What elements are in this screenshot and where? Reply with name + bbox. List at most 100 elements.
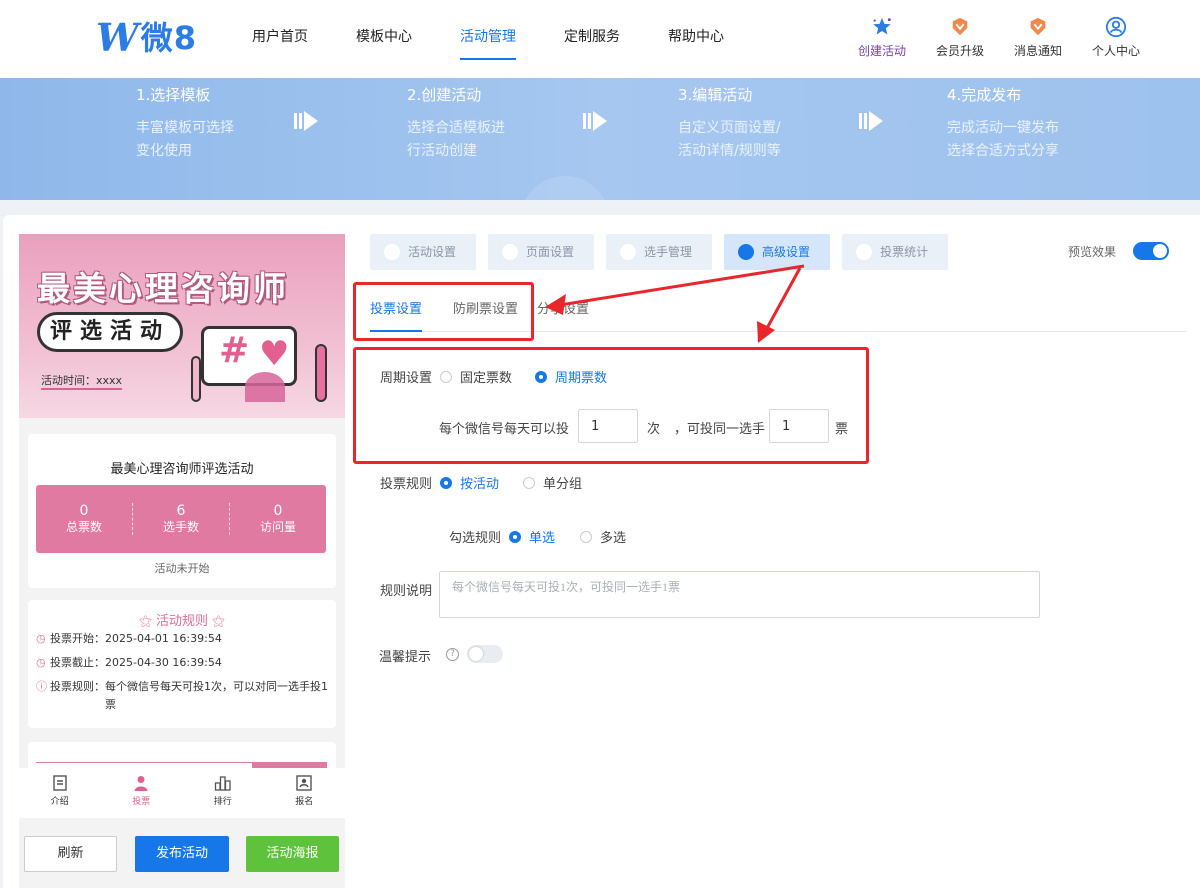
step-title: 1.选择模板 (136, 86, 211, 104)
arrow-right-icon (859, 111, 883, 131)
publish-activity-button[interactable]: 发布活动 (135, 836, 229, 872)
tab-vote-statistics[interactable]: 投票统计 (842, 234, 949, 270)
stat-visits: 0 访问量 (259, 503, 296, 534)
step-title: 3.编辑活动 (678, 86, 753, 104)
preview-toggle[interactable] (1133, 242, 1169, 260)
bell-icon (1030, 17, 1046, 36)
step-title: 2.创建活动 (407, 86, 482, 104)
star-icon (873, 17, 891, 35)
step-description: 完成活动一键发布 选择合适方式分享 (947, 120, 1059, 159)
stat-players: 6 选手数 (133, 503, 230, 535)
poster-title: 最美心理咨询师 (37, 269, 289, 308)
radio-cycle-votes[interactable]: 周期票数 (535, 367, 607, 386)
clock-icon: ◷ (36, 656, 46, 669)
subtab-share-settings[interactable]: 分享设置 (537, 298, 589, 332)
stats-bar: 0 总票数 6 选手数 0 访问量 (36, 485, 326, 553)
plant-illustration (245, 372, 285, 402)
rules-title: ⚝ 活动规则 ⚝ (139, 614, 225, 629)
mobile-preview: 最美心理咨询师 评选活动 活动时间：xxxx # ♥ 最美心理咨询师评选活动 0… (19, 234, 345, 888)
step-4: 4.完成发布 完成活动一键发布 选择合适方式分享 (947, 84, 1059, 163)
arrow-right-icon (294, 111, 318, 131)
create-activity-label: 创建活动 (857, 44, 906, 58)
step-1: 1.选择模板 丰富模板可选择 变化使用 (136, 84, 234, 163)
tips-label: 温馨提示 (379, 650, 432, 665)
notifications-button[interactable]: 消息通知 (1010, 16, 1066, 59)
preview-tab-signup[interactable]: 报名 (264, 768, 346, 818)
arrow-right-icon (583, 111, 607, 131)
radio-single-group[interactable]: 单分组 (523, 473, 582, 492)
subtab-anti-fraud-settings[interactable]: 防刷票设置 (453, 298, 518, 332)
refresh-button[interactable]: 刷新 (24, 836, 117, 872)
radio-by-activity[interactable]: 按活动 (440, 473, 499, 492)
clock-icon: ◷ (36, 632, 46, 645)
logo-mark: W (96, 15, 139, 60)
activity-poster-button[interactable]: 活动海报 (246, 836, 339, 872)
preview-tab-ranking[interactable]: 排行 (182, 768, 264, 818)
steps-banner: 1.选择模板 丰富模板可选择 变化使用 2.创建活动 选择合适模板进 行活动创建 3… (0, 78, 1200, 200)
help-icon[interactable]: ? (446, 648, 459, 661)
nav-item-custom-service[interactable]: 定制服务 (540, 0, 644, 78)
signup-icon (296, 775, 312, 791)
info-icon: ⓘ (36, 680, 47, 693)
rules-card: ⚝ 活动规则 ⚝ ◷ 投票开始： 2025-04-01 16:39:54 ◷ 投票… (28, 600, 336, 728)
vote-subtabs: 投票设置 防刷票设置 分享设置 (370, 282, 1186, 332)
subtab-vote-settings[interactable]: 投票设置 (370, 298, 423, 332)
check-rule-label: 勾选规则 (449, 531, 502, 546)
logo[interactable]: W 微8 (96, 18, 197, 58)
member-upgrade-button[interactable]: 会员升级 (932, 16, 988, 59)
vote-rule-label: 投票规则 (380, 477, 433, 492)
nav-item-home[interactable]: 用户首页 (228, 0, 332, 78)
activity-info-card: 最美心理咨询师评选活动 0 总票数 6 选手数 0 访问量 活动未开始 (28, 434, 336, 588)
nav-item-templates[interactable]: 模板中心 (332, 0, 436, 78)
ranking-icon (214, 776, 231, 791)
profile-button[interactable]: 个人中心 (1088, 16, 1144, 59)
preview-tab-vote[interactable]: 投票 (101, 768, 183, 818)
tab-activity-settings[interactable]: 活动设置 (370, 234, 477, 270)
activity-name: 最美心理咨询师评选活动 (110, 462, 254, 477)
rule-vote: ⓘ 投票规则： 每个微信号每天可投1次，可以对同一选手投1票 (36, 678, 332, 714)
radio-multi-select[interactable]: 多选 (580, 527, 626, 546)
person-illustration (191, 356, 201, 402)
preview-tab-intro[interactable]: 介绍 (19, 768, 101, 818)
diamond-icon (952, 17, 968, 36)
step-description: 自定义页面设置/活动详情/规则等 (678, 120, 781, 159)
tab-player-management[interactable]: 选手管理 (606, 234, 713, 270)
step-description: 丰富模板可选择 变化使用 (136, 120, 234, 159)
radio-fixed-votes[interactable]: 固定票数 (440, 367, 512, 386)
profile-label: 个人中心 (1091, 44, 1140, 58)
preview-tabbar: 介绍 投票 排行 报名 (19, 768, 345, 818)
top-header: W 微8 用户首页 模板中心 活动管理 定制服务 帮助中心 创建活动 会员升级 (0, 0, 1200, 78)
rule-end: ◷ 投票截止： 2025-04-30 16:39:54 (36, 654, 332, 672)
document-icon (53, 775, 67, 791)
hashtag-icon: # (219, 330, 250, 371)
tips-toggle[interactable] (467, 645, 503, 663)
user-icon (620, 244, 637, 260)
person-illustration (315, 344, 327, 402)
rule-description-input[interactable] (439, 571, 1040, 618)
poster-time: 活动时间：xxxx (41, 372, 123, 390)
tab-advanced-settings[interactable]: 高级设置 (724, 234, 831, 270)
nav-item-activity-management[interactable]: 活动管理 (436, 0, 540, 78)
page-icon (502, 244, 519, 260)
chart-icon (856, 244, 873, 260)
heart-icon: ♥ (259, 334, 290, 374)
step-3: 3.编辑活动 自定义页面设置/活动详情/规则等 (678, 84, 781, 163)
rule-start: ◷ 投票开始： 2025-04-01 16:39:54 (36, 630, 332, 648)
person-icon (134, 776, 148, 791)
activity-status: 活动未开始 (154, 562, 210, 575)
notifications-label: 消息通知 (1013, 44, 1062, 58)
times-per-day-input[interactable] (578, 409, 638, 443)
radio-single-select[interactable]: 单选 (509, 527, 555, 546)
per-day-label: 每个微信号每天可以投 (439, 422, 570, 437)
create-activity-button[interactable]: 创建活动 (854, 16, 910, 59)
preview-toggle-label: 预览效果 (1068, 245, 1117, 259)
header-tools: 创建活动 会员升级 消息通知 个人中心 (854, 16, 1144, 59)
sliders-icon (738, 244, 755, 260)
poster-subtitle: 评选活动 (37, 312, 184, 352)
votes-per-player-input[interactable] (769, 409, 829, 443)
tab-page-settings[interactable]: 页面设置 (488, 234, 595, 270)
votes-unit-label: 票 (835, 422, 849, 437)
rule-description-label: 规则说明 (380, 584, 433, 599)
times-unit-label: 次 (647, 422, 661, 437)
nav-item-help[interactable]: 帮助中心 (644, 0, 748, 78)
